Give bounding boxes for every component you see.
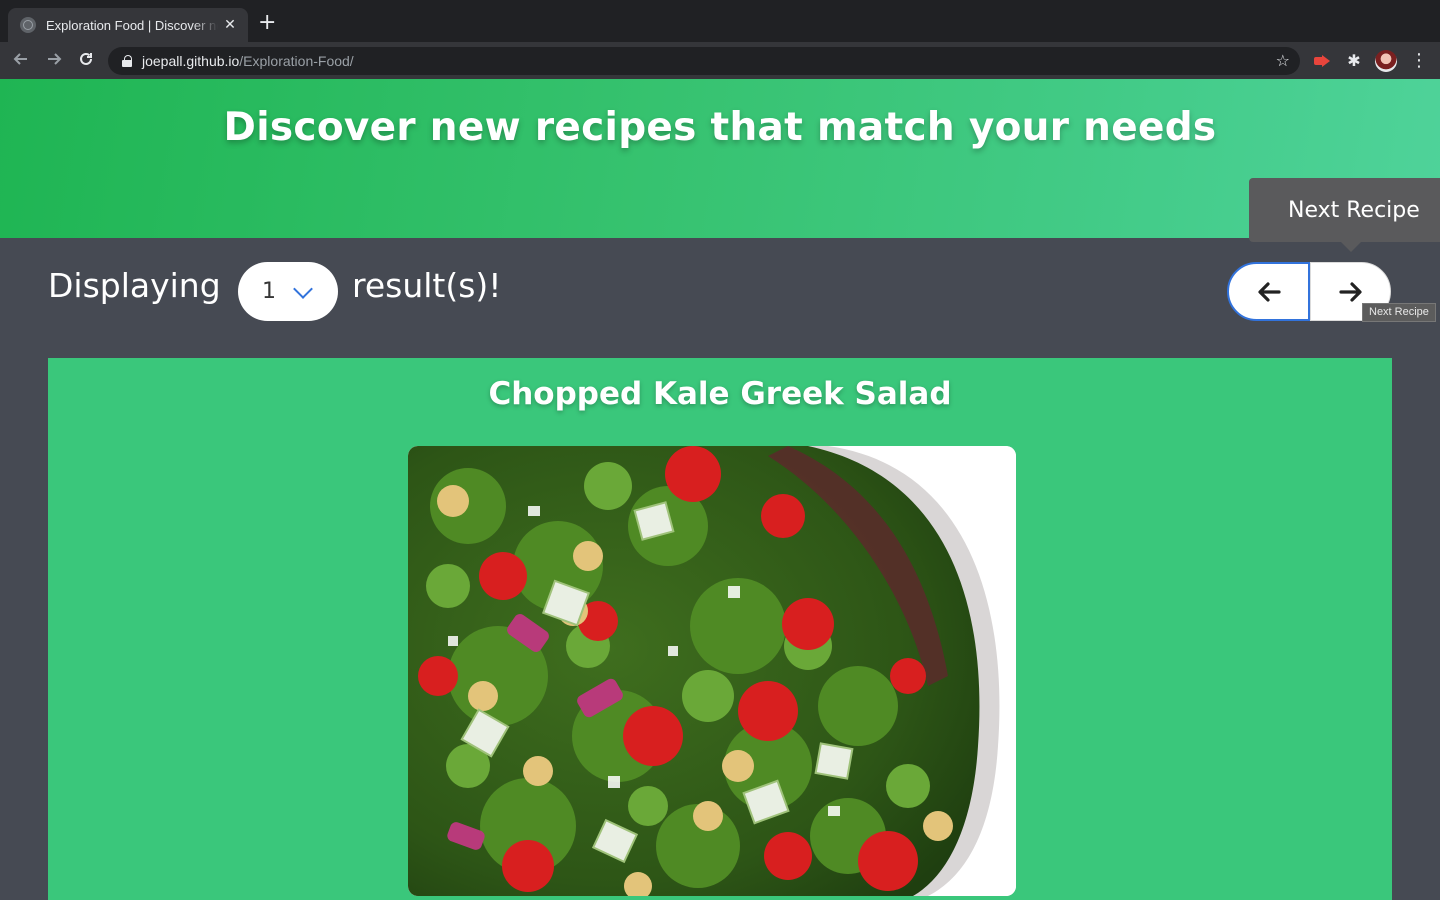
bookmark-star-icon[interactable]: ☆ xyxy=(1276,51,1290,70)
url-host: joepall.github.io xyxy=(142,53,240,69)
previous-recipe-button[interactable] xyxy=(1227,262,1310,321)
arrow-left-icon xyxy=(13,53,27,65)
forward-button[interactable] xyxy=(43,50,65,72)
arrow-right-icon xyxy=(48,53,62,65)
extension-icon[interactable] xyxy=(1312,51,1332,71)
next-recipe-native-tooltip: Next Recipe xyxy=(1362,303,1436,322)
arrow-right-icon xyxy=(1338,281,1362,302)
url-path: /Exploration-Food/ xyxy=(239,53,354,69)
tab-title: Exploration Food | Discover new recipes xyxy=(46,17,218,33)
browser-tab[interactable]: Exploration Food | Discover new recipes … xyxy=(8,8,248,42)
browser-tabstrip: Exploration Food | Discover new recipes … xyxy=(0,0,1440,42)
browser-toolbar: joepall.github.io/Exploration-Food/ ☆ ✱ … xyxy=(0,42,1440,79)
page-title: Discover new recipes that match your nee… xyxy=(223,105,1217,150)
reload-icon xyxy=(80,52,92,65)
close-tab-icon[interactable]: ✕ xyxy=(222,17,238,33)
browser-menu-icon[interactable]: ⋮ xyxy=(1410,50,1428,72)
result-count-select[interactable]: 1 xyxy=(238,262,338,321)
hero-banner: Discover new recipes that match your nee… xyxy=(0,79,1440,238)
reload-button[interactable] xyxy=(75,50,97,72)
back-button[interactable] xyxy=(10,50,32,72)
displaying-label: Displaying xyxy=(48,266,221,305)
extensions-puzzle-icon[interactable]: ✱ xyxy=(1344,51,1364,71)
recipe-card: Chopped Kale Greek Salad xyxy=(48,358,1392,900)
chevron-down-icon xyxy=(293,279,313,299)
salad-photo xyxy=(408,446,1016,896)
result-count-value: 1 xyxy=(262,279,276,304)
globe-icon xyxy=(20,17,36,33)
next-recipe-tooltip: Next Recipe xyxy=(1249,178,1440,252)
results-label: result(s)! xyxy=(352,266,502,305)
profile-avatar[interactable] xyxy=(1375,50,1397,72)
recipe-title: Chopped Kale Greek Salad xyxy=(488,376,952,412)
address-bar[interactable]: joepall.github.io/Exploration-Food/ ☆ xyxy=(108,47,1300,75)
lock-icon[interactable] xyxy=(122,55,132,67)
new-tab-button[interactable]: + xyxy=(258,12,276,34)
recipe-image xyxy=(408,446,1016,896)
arrow-left-icon xyxy=(1257,281,1281,302)
